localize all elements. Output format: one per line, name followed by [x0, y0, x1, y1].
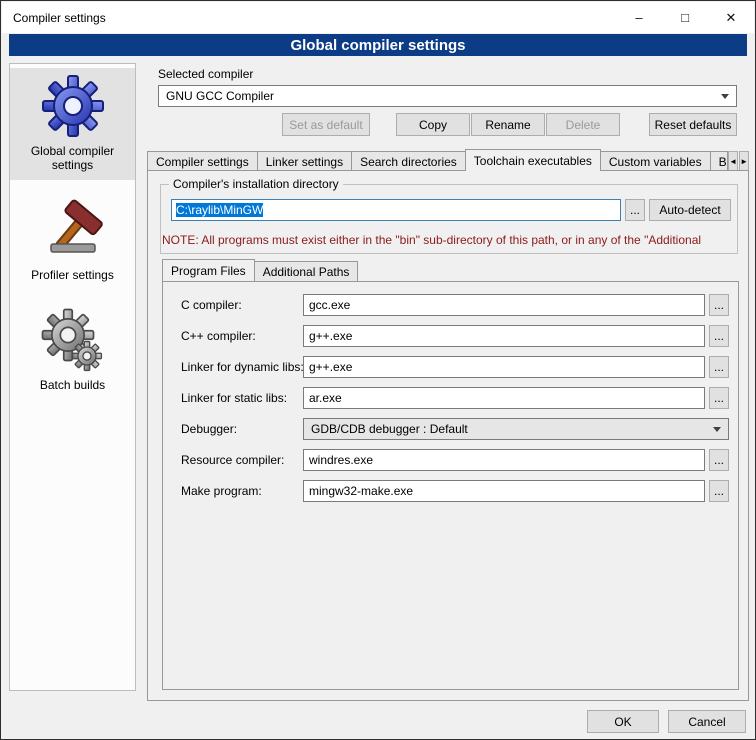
- tab-toolchain-executables[interactable]: Toolchain executables: [465, 149, 601, 171]
- window-controls: – □ ✕: [616, 2, 754, 33]
- tab-custom-variables[interactable]: Custom variables: [600, 151, 711, 171]
- sidebar-item-global-compiler-settings[interactable]: Global compiler settings: [10, 68, 135, 180]
- installation-directory-note: NOTE: All programs must exist either in …: [162, 233, 748, 247]
- titlebar: Compiler settings – □ ✕: [2, 2, 754, 33]
- installation-directory-value: C:\raylib\MinGW: [176, 203, 263, 217]
- sidebar-item-profiler-settings[interactable]: Profiler settings: [10, 192, 135, 290]
- debugger-label: Debugger:: [181, 418, 237, 440]
- resource-compiler-input[interactable]: [303, 449, 705, 471]
- sidebar-item-batch-builds[interactable]: Batch builds: [10, 302, 135, 400]
- linker-dynamic-label: Linker for dynamic libs:: [181, 356, 304, 378]
- make-program-label: Make program:: [181, 480, 262, 502]
- compiler-select-value: GNU GCC Compiler: [166, 89, 274, 103]
- c-compiler-label: C compiler:: [181, 294, 242, 316]
- subtab-program-files[interactable]: Program Files: [162, 259, 255, 281]
- resource-compiler-label: Resource compiler:: [181, 449, 284, 471]
- ok-button[interactable]: OK: [587, 710, 659, 733]
- debugger-select[interactable]: GDB/CDB debugger : Default: [303, 418, 729, 440]
- window-title: Compiler settings: [2, 11, 106, 25]
- chevron-down-icon: [713, 427, 721, 432]
- linker-dynamic-input[interactable]: [303, 356, 705, 378]
- reset-defaults-button[interactable]: Reset defaults: [649, 113, 737, 136]
- linker-static-input[interactable]: [303, 387, 705, 409]
- linker-static-browse-button[interactable]: ...: [709, 387, 729, 409]
- tab-linker-settings[interactable]: Linker settings: [257, 151, 352, 171]
- sidebar-item-label: Batch builds: [40, 378, 105, 392]
- cancel-button[interactable]: Cancel: [668, 710, 746, 733]
- program-files-tabstrip: Program Files Additional Paths: [162, 260, 357, 281]
- installation-directory-input[interactable]: C:\raylib\MinGW: [171, 199, 621, 221]
- program-files-panel: C compiler: ... C++ compiler: ... Linker…: [162, 281, 739, 690]
- tab-scroll-left-icon[interactable]: ◄: [728, 151, 738, 171]
- debugger-select-value: GDB/CDB debugger : Default: [311, 422, 468, 436]
- linker-dynamic-browse-button[interactable]: ...: [709, 356, 729, 378]
- gray-gears-icon: [41, 308, 105, 372]
- blue-gear-icon: [41, 74, 105, 138]
- cpp-compiler-input[interactable]: [303, 325, 705, 347]
- tab-compiler-settings[interactable]: Compiler settings: [147, 151, 258, 171]
- sidebar-item-label: Profiler settings: [31, 268, 114, 282]
- set-as-default-button[interactable]: Set as default: [282, 113, 370, 136]
- toolchain-executables-panel: Compiler's installation directory C:\ray…: [147, 170, 749, 701]
- auto-detect-button[interactable]: Auto-detect: [649, 199, 731, 221]
- selected-compiler-label: Selected compiler: [158, 67, 253, 81]
- rename-button[interactable]: Rename: [471, 113, 545, 136]
- close-icon[interactable]: ✕: [708, 2, 754, 33]
- dialog-header: Global compiler settings: [9, 34, 747, 56]
- window-frame: Compiler settings – □ ✕ Global compiler …: [0, 0, 756, 740]
- cpp-compiler-browse-button[interactable]: ...: [709, 325, 729, 347]
- cpp-compiler-label: C++ compiler:: [181, 325, 256, 347]
- minimize-icon[interactable]: –: [616, 2, 662, 33]
- tab-build-clipped[interactable]: Buil: [710, 151, 729, 171]
- subtab-additional-paths[interactable]: Additional Paths: [254, 261, 359, 281]
- sidebar-item-label: Global compiler settings: [13, 144, 132, 172]
- resource-compiler-browse-button[interactable]: ...: [709, 449, 729, 471]
- compiler-select[interactable]: GNU GCC Compiler: [158, 85, 737, 107]
- chevron-down-icon: [721, 94, 729, 99]
- c-compiler-input[interactable]: [303, 294, 705, 316]
- copy-button[interactable]: Copy: [396, 113, 470, 136]
- installation-directory-group-title: Compiler's installation directory: [169, 177, 343, 191]
- installation-directory-browse-button[interactable]: ...: [625, 199, 645, 221]
- tab-search-directories[interactable]: Search directories: [351, 151, 466, 171]
- linker-static-label: Linker for static libs:: [181, 387, 287, 409]
- maximize-icon[interactable]: □: [662, 2, 708, 33]
- profiler-tools-icon: [41, 198, 105, 262]
- settings-category-list: Global compiler settings Profiler settin…: [9, 63, 136, 691]
- make-program-input[interactable]: [303, 480, 705, 502]
- tab-scroll-right-icon[interactable]: ►: [739, 151, 749, 171]
- make-program-browse-button[interactable]: ...: [709, 480, 729, 502]
- delete-button[interactable]: Delete: [546, 113, 620, 136]
- settings-tabstrip: Compiler settings Linker settings Search…: [147, 149, 749, 171]
- c-compiler-browse-button[interactable]: ...: [709, 294, 729, 316]
